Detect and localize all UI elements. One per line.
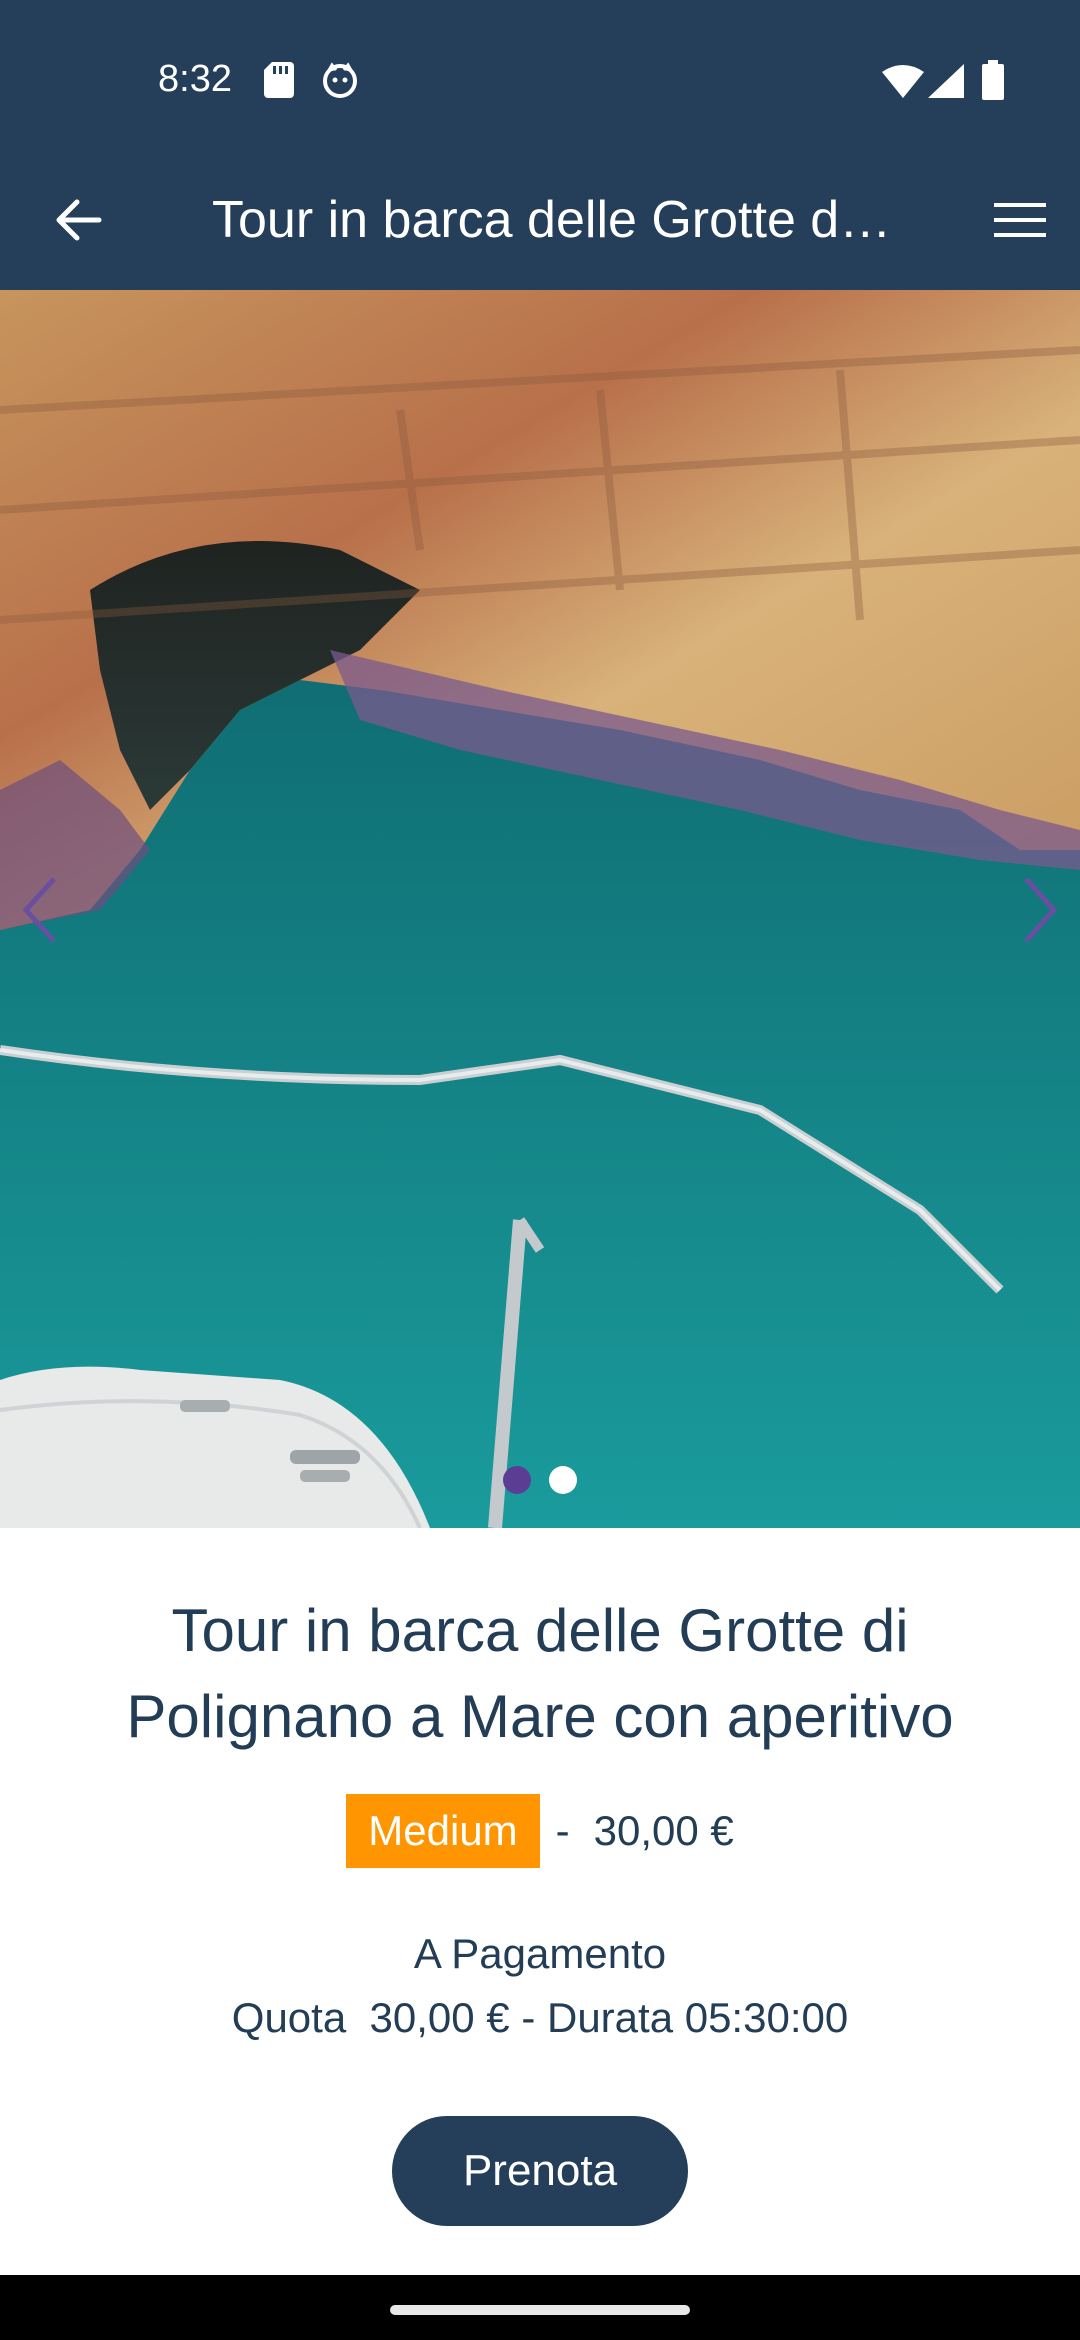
sd-card-icon — [264, 62, 294, 103]
image-carousel[interactable] — [0, 290, 1080, 1528]
signal-icon — [928, 64, 964, 103]
status-bar: 8:32 — [0, 0, 1080, 160]
page-title: Tour in barca delle Grotte di Polignano … — [212, 191, 902, 249]
meta-separator: - — [555, 1807, 570, 1854]
carousel-indicators — [0, 1466, 1080, 1496]
cat-face-icon — [322, 62, 358, 103]
carousel-dot-2[interactable] — [549, 1466, 577, 1494]
tour-title: Tour in barca delle Grotte di Polignano … — [126, 1597, 954, 1750]
home-indicator[interactable] — [390, 2305, 690, 2315]
quota-duration-text: Quota 30,00 € - Durata 05:30:00 — [231, 1994, 849, 2041]
battery-icon — [982, 60, 1004, 105]
carousel-photo — [0, 290, 1080, 1528]
arrow-left-icon — [56, 199, 102, 241]
system-nav-bar — [0, 2275, 1080, 2340]
tour-details: Tour in barca delle Grotte di Polignano … — [0, 1528, 1080, 2275]
status-time: 8:32 — [158, 58, 232, 100]
app-bar: Tour in barca delle Grotte di Polignano … — [0, 160, 1080, 290]
tour-meta-row: Medium - 30,00 € — [0, 1794, 1080, 1868]
chevron-left-icon — [22, 877, 56, 943]
book-button[interactable]: Prenota — [392, 2116, 688, 2226]
carousel-dot-1[interactable] — [503, 1466, 531, 1494]
tour-price: 30,00 € — [593, 1807, 734, 1854]
carousel-next-button[interactable] — [1000, 860, 1080, 960]
payment-label: A Pagamento — [413, 1930, 667, 1977]
chevron-right-icon — [1024, 877, 1058, 943]
wifi-icon — [882, 64, 924, 103]
level-badge: Medium — [346, 1794, 540, 1868]
back-button[interactable] — [40, 182, 116, 258]
hamburger-menu-icon — [994, 203, 1046, 237]
carousel-prev-button[interactable] — [0, 860, 80, 960]
menu-button[interactable] — [982, 182, 1058, 258]
